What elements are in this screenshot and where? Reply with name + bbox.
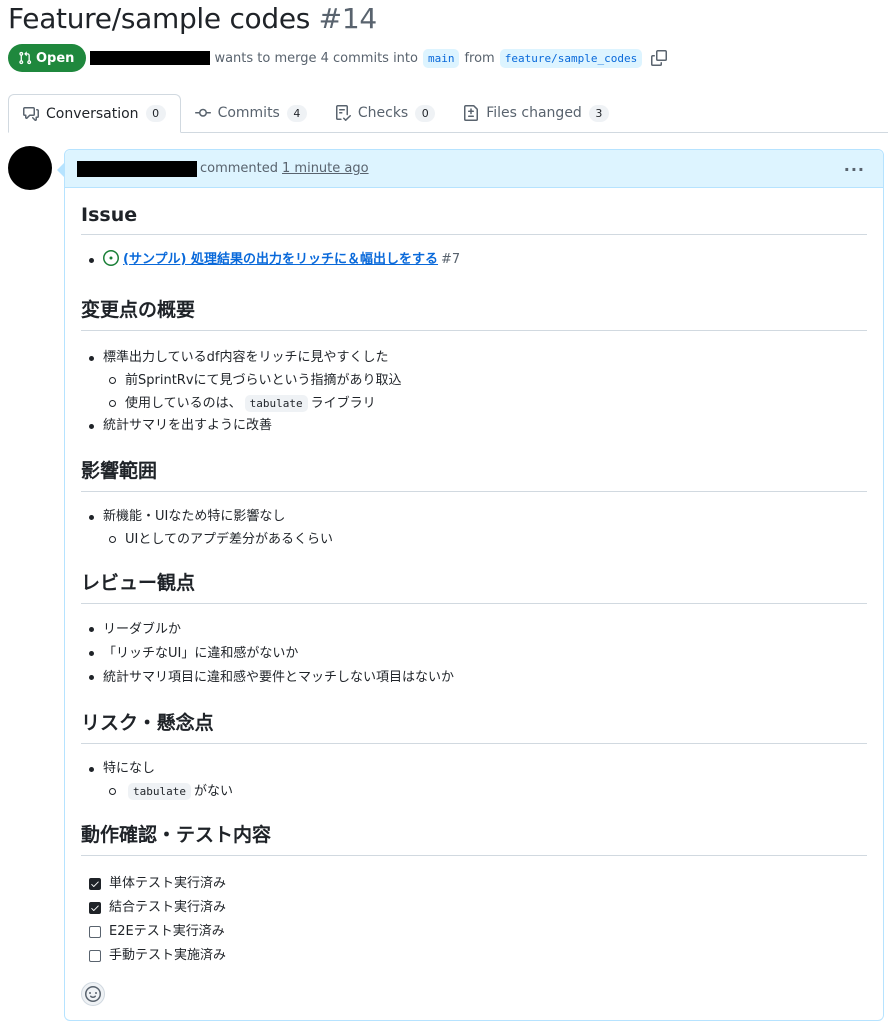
- add-reaction-button[interactable]: [81, 982, 105, 1006]
- tab-label: Files changed: [486, 105, 582, 121]
- section-heading: 影響範囲: [81, 456, 867, 492]
- task-label: 単体テスト実行済み: [109, 876, 227, 891]
- issue-opened-icon: [103, 250, 119, 266]
- section-heading: 変更点の概要: [81, 295, 867, 331]
- comment-action: commented: [200, 161, 279, 176]
- issue-number[interactable]: #7: [441, 252, 460, 267]
- list-item: リーダブルか: [81, 618, 867, 642]
- task-checkbox[interactable]: [89, 950, 101, 962]
- copy-icon[interactable]: [651, 50, 668, 66]
- merge-text: wants to merge 4 commits into: [214, 50, 418, 66]
- list-item: 特になし tabulate がない: [81, 758, 867, 803]
- checklist-icon: [335, 105, 351, 121]
- comment-header: commented 1 minute ago ···: [65, 150, 883, 188]
- pr-tabs: Conversation 0 Commits 4 Checks 0 Files …: [8, 94, 888, 133]
- list-item: 新機能・UIなため特に影響なし UIとしてのアプデ差分があるくらい: [81, 506, 867, 551]
- tab-label: Commits: [217, 105, 280, 121]
- task-item: 手動テスト実施済み: [81, 944, 867, 968]
- list-item-text: 「リッチなUI」に違和感がないか: [103, 646, 299, 661]
- head-branch[interactable]: feature/sample_codes: [499, 48, 643, 68]
- pr-number: #14: [318, 2, 378, 35]
- tab-conversation[interactable]: Conversation 0: [8, 94, 181, 133]
- task-label: 手動テスト実施済み: [109, 948, 227, 963]
- task-checkbox[interactable]: [89, 902, 101, 914]
- section-risk: リスク・懸念点 特になし tabulate がない: [81, 708, 867, 803]
- tab-counter: 0: [145, 105, 166, 122]
- tab-label: Conversation: [46, 105, 139, 122]
- tab-counter: 4: [286, 104, 307, 122]
- issue-link[interactable]: (サンプル) 処理結果の出力をリッチに＆幅出しをする: [123, 252, 438, 267]
- pr-state-badge: Open: [8, 44, 87, 72]
- comment-author-redacted[interactable]: [77, 160, 197, 177]
- list-item-text: 統計サマリ項目に違和感や要件とマッチしない項目はないか: [103, 670, 455, 685]
- list-item: 「リッチなUI」に違和感がないか: [81, 642, 867, 666]
- list-item-text: 特になし: [103, 761, 156, 776]
- tab-counter: 3: [588, 104, 609, 122]
- list-item-text: リーダブルか: [103, 622, 182, 637]
- section-issue: Issue (サンプル) 処理結果の出力をリッチに＆幅出しをする #7: [81, 204, 867, 271]
- task-item: E2Eテスト実行済み: [81, 920, 867, 944]
- section-heading: 動作確認・テスト内容: [81, 820, 867, 856]
- list-item-text: ライブラリ: [310, 396, 376, 411]
- section-heading: Issue: [81, 204, 867, 235]
- list-item: UIとしてのアプデ差分があるくらい: [103, 528, 867, 551]
- list-item-text: 新機能・UIなため特に影響なし: [103, 509, 286, 524]
- author-name-redacted[interactable]: [90, 51, 211, 65]
- pr-title-text: Feature/sample codes: [8, 2, 311, 35]
- task-label: E2Eテスト実行済み: [109, 924, 225, 939]
- section-heading: リスク・懸念点: [81, 708, 867, 744]
- task-label: 結合テスト実行済み: [109, 900, 227, 915]
- list-item-text: 使用しているのは、: [125, 396, 242, 411]
- list-item: (サンプル) 処理結果の出力をリッチに＆幅出しをする #7: [81, 249, 867, 271]
- tab-counter: 0: [415, 104, 436, 122]
- section-overview: 変更点の概要 標準出力しているdf内容をリッチに見やすくした 前SprintRv…: [81, 295, 867, 437]
- list-item: 前SprintRvにて見づらいという指摘があり取込: [103, 369, 867, 392]
- pr-meta: Open wants to merge 4 commits into main …: [8, 44, 668, 72]
- section-impact: 影響範囲 新機能・UIなため特に影響なし UIとしてのアプデ差分があるくらい: [81, 456, 867, 551]
- list-item: 標準出力しているdf内容をリッチに見やすくした 前SprintRvにて見づらいと…: [81, 347, 867, 415]
- tab-label: Checks: [357, 105, 409, 121]
- task-item: 結合テスト実行済み: [81, 896, 867, 920]
- git-pull-request-icon: [19, 51, 32, 65]
- list-item: tabulate がない: [103, 780, 867, 803]
- section-review: レビュー観点 リーダブルか 「リッチなUI」に違和感がないか 統計サマリ項目に違…: [81, 568, 867, 690]
- task-item: 単体テスト実行済み: [81, 872, 867, 896]
- list-item-text: 前SprintRvにて見づらいという指摘があり取込: [125, 373, 402, 388]
- pr-title: Feature/sample codes #14: [8, 2, 377, 35]
- list-item-text: 標準出力しているdf内容をリッチに見やすくした: [103, 350, 389, 365]
- pr-state-label: Open: [36, 50, 75, 66]
- comment-box: commented 1 minute ago ··· Issue (サンプル) …: [57, 149, 884, 1021]
- kebab-horizontal-icon[interactable]: ···: [844, 160, 865, 179]
- tab-checks[interactable]: Checks 0: [321, 94, 449, 132]
- base-branch[interactable]: main: [422, 48, 460, 68]
- tab-files-changed[interactable]: Files changed 3: [449, 94, 623, 132]
- commit-icon: [194, 108, 211, 117]
- inline-code: tabulate: [244, 395, 308, 412]
- task-list: 単体テスト実行済み 結合テスト実行済み E2Eテスト実行済み 手動テスト実施済み: [81, 872, 867, 968]
- smiley-icon: [85, 986, 101, 1002]
- from-text: from: [464, 50, 495, 66]
- list-item-text: がない: [193, 784, 233, 799]
- comment-timestamp[interactable]: 1 minute ago: [282, 161, 369, 176]
- tab-commits[interactable]: Commits 4: [181, 94, 321, 132]
- task-checkbox[interactable]: [89, 878, 101, 890]
- inline-code: tabulate: [128, 783, 191, 800]
- list-item: 使用しているのは、 tabulate ライブラリ: [103, 392, 867, 415]
- list-item-text: 統計サマリを出すように改善: [103, 418, 273, 433]
- file-diff-icon: [464, 105, 479, 121]
- list-item-text: UIとしてのアプデ差分があるくらい: [125, 532, 333, 547]
- list-item: 統計サマリ項目に違和感や要件とマッチしない項目はないか: [81, 666, 867, 690]
- section-tests: 動作確認・テスト内容 単体テスト実行済み 結合テスト実行済み E2Eテスト実行済…: [81, 820, 867, 968]
- task-checkbox[interactable]: [89, 926, 101, 938]
- avatar[interactable]: [8, 146, 52, 190]
- list-item: 統計サマリを出すように改善: [81, 415, 867, 437]
- section-heading: レビュー観点: [81, 568, 867, 604]
- conversation-icon: [23, 106, 39, 121]
